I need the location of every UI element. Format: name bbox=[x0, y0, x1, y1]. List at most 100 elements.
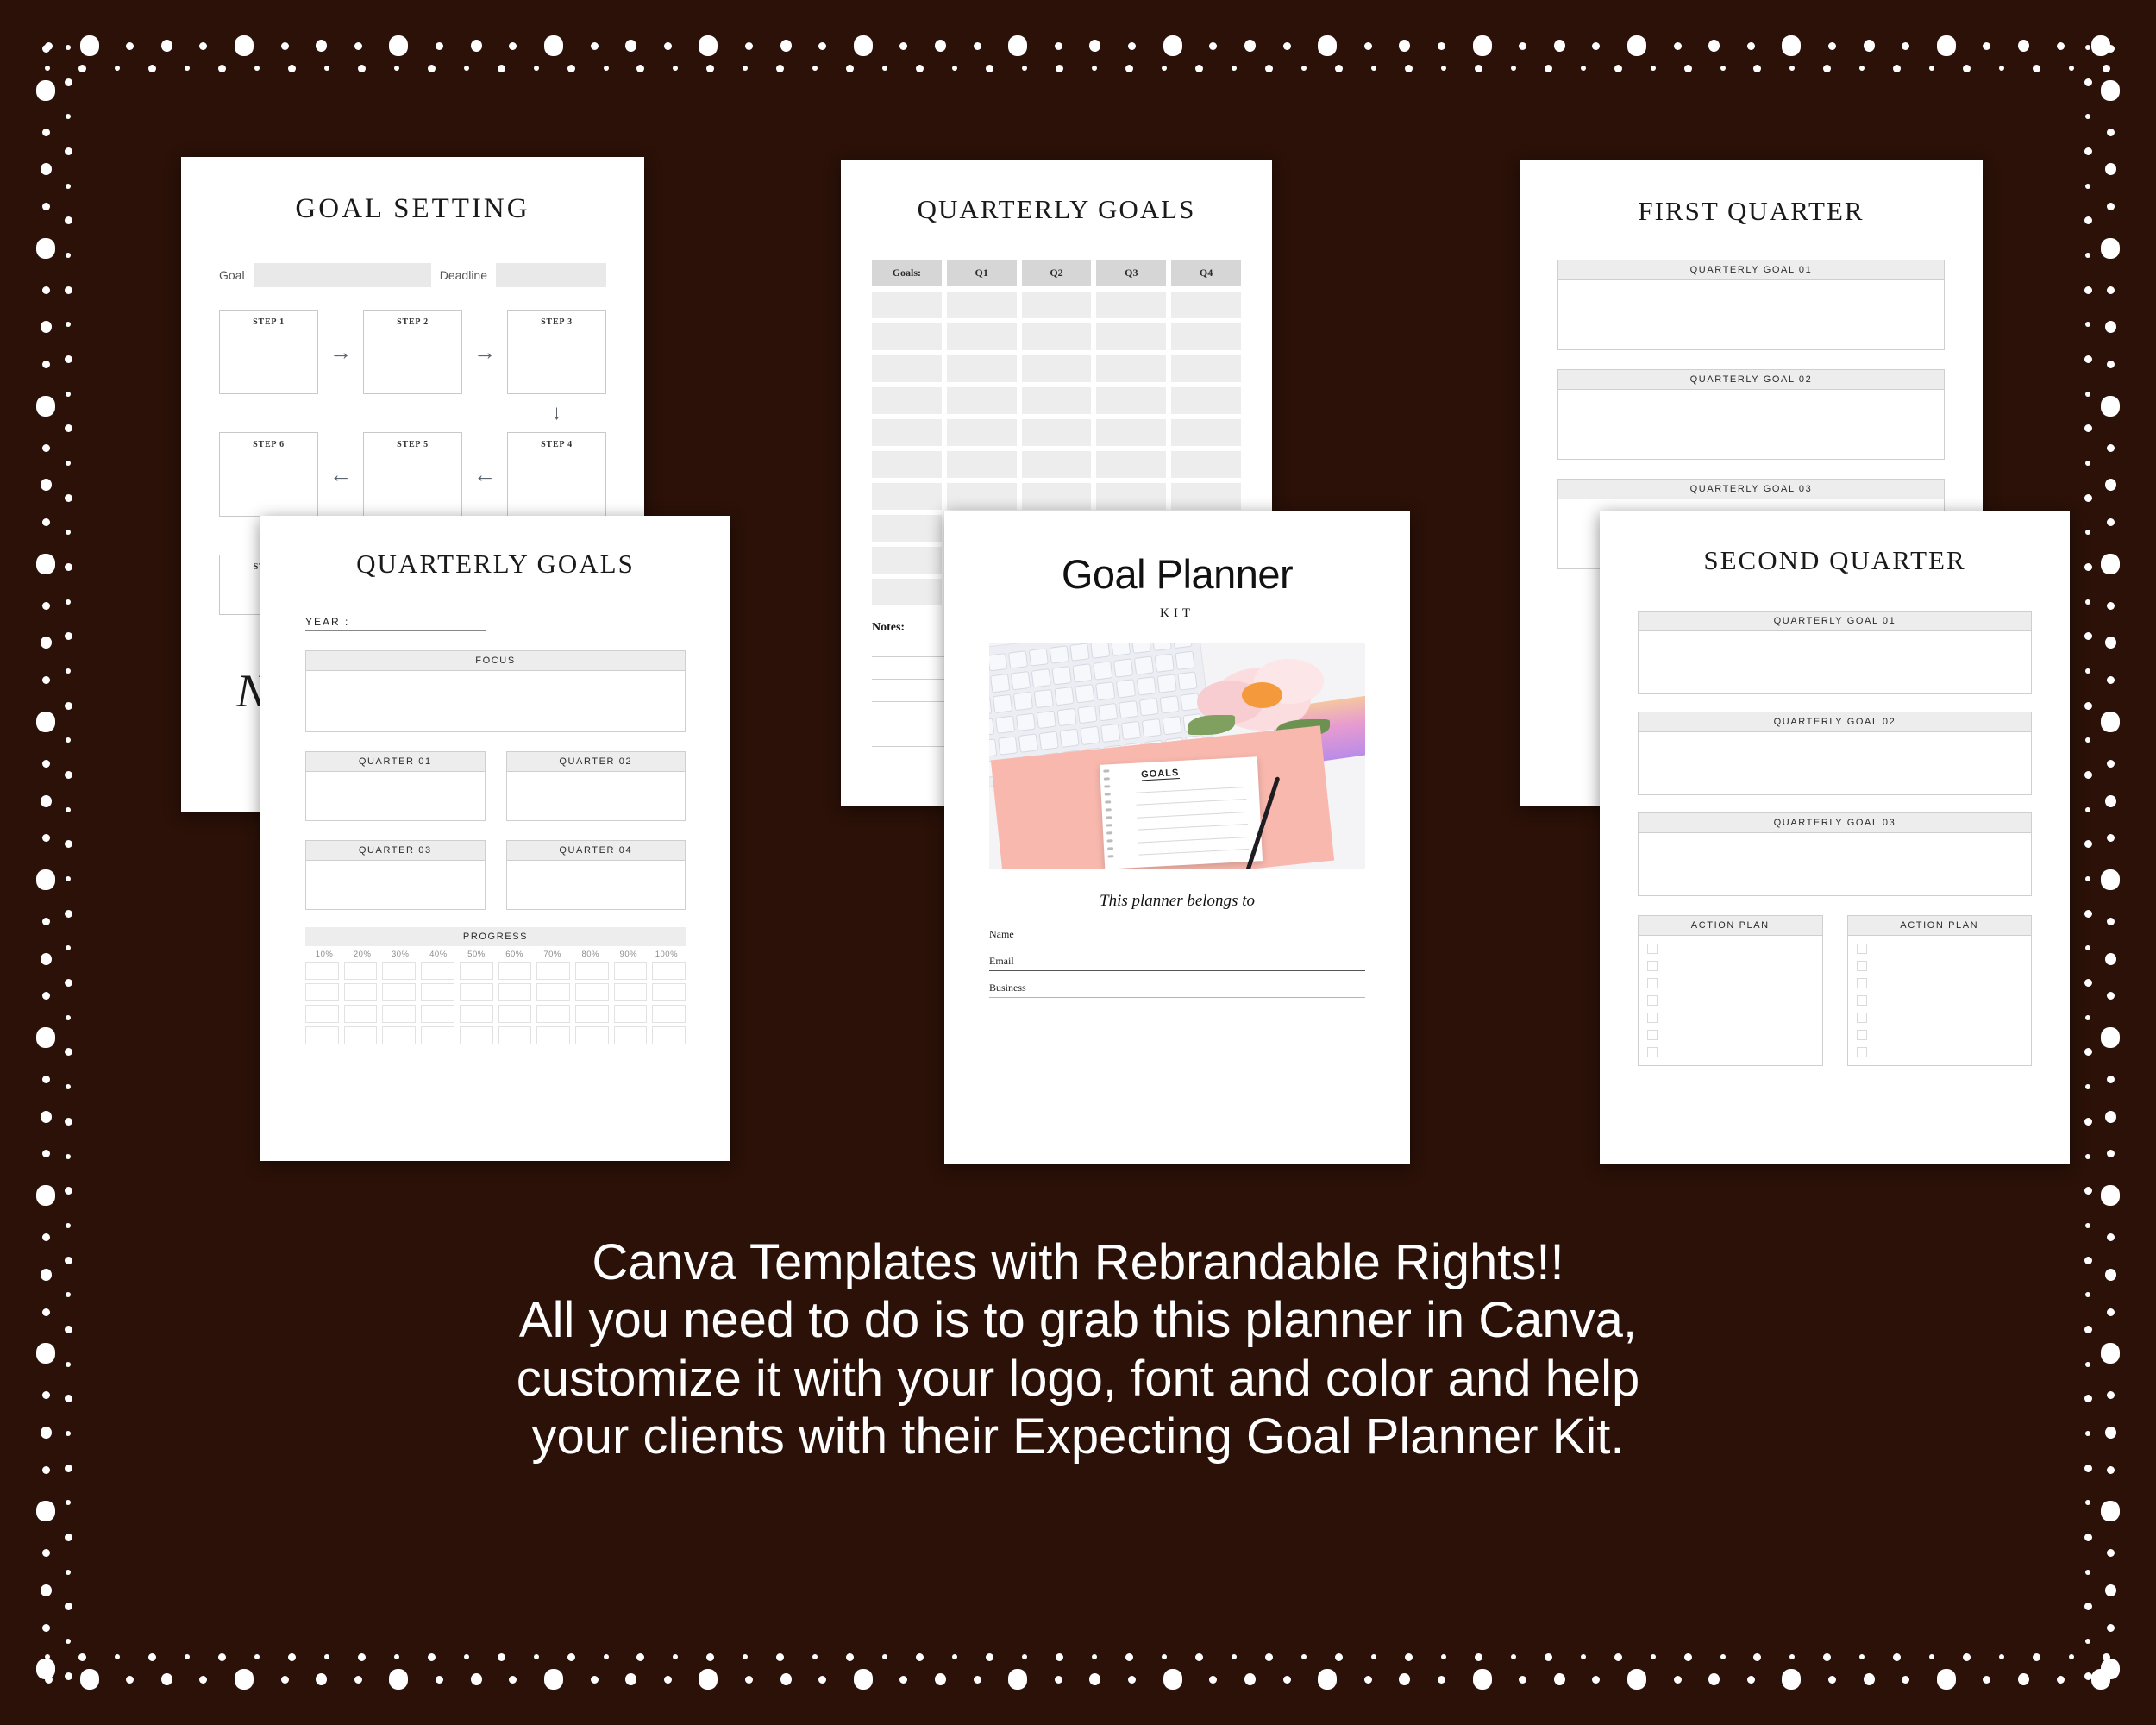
table-cell[interactable] bbox=[872, 292, 942, 318]
progress-checkbox[interactable] bbox=[574, 1005, 609, 1023]
table-cell[interactable] bbox=[1096, 387, 1167, 414]
progress-checkbox[interactable] bbox=[536, 983, 570, 1001]
progress-checkbox[interactable] bbox=[305, 1005, 339, 1023]
progress-checkbox[interactable] bbox=[421, 1005, 454, 1023]
progress-checkbox[interactable] bbox=[613, 1005, 648, 1023]
progress-checkbox[interactable] bbox=[536, 962, 570, 980]
action-plan-checkbox[interactable] bbox=[1856, 944, 1867, 954]
progress-checkbox[interactable] bbox=[652, 983, 686, 1001]
table-cell[interactable] bbox=[1096, 451, 1167, 478]
step-card-3[interactable]: STEP 3 bbox=[507, 310, 606, 394]
table-cell[interactable] bbox=[1096, 483, 1167, 510]
quarter-02-input[interactable] bbox=[505, 771, 686, 821]
progress-checkbox[interactable] bbox=[343, 1005, 378, 1023]
table-cell[interactable] bbox=[1171, 323, 1241, 350]
action-plan-checkbox[interactable] bbox=[1647, 1013, 1658, 1023]
table-cell[interactable] bbox=[872, 355, 942, 382]
sq-goal-block-2-input[interactable] bbox=[1638, 731, 2032, 795]
cover-email-field[interactable]: Email bbox=[989, 955, 1365, 971]
progress-checkbox[interactable] bbox=[536, 1005, 570, 1023]
table-cell[interactable] bbox=[946, 451, 1017, 478]
action-plan-checkbox[interactable] bbox=[1856, 961, 1867, 971]
deadline-input[interactable] bbox=[496, 263, 606, 287]
table-cell[interactable] bbox=[1096, 355, 1167, 382]
step-card-1[interactable]: STEP 1 bbox=[219, 310, 318, 394]
table-cell[interactable] bbox=[946, 355, 1017, 382]
step-card-2[interactable]: STEP 2 bbox=[363, 310, 462, 394]
table-cell[interactable] bbox=[946, 292, 1017, 318]
table-cell[interactable] bbox=[1171, 419, 1241, 446]
table-cell[interactable] bbox=[1171, 387, 1241, 414]
step-card-5[interactable]: STEP 5 bbox=[363, 432, 462, 517]
table-cell[interactable] bbox=[872, 419, 942, 446]
table-cell[interactable] bbox=[872, 579, 942, 605]
progress-checkbox[interactable] bbox=[421, 962, 454, 980]
cover-business-field[interactable]: Business bbox=[989, 982, 1365, 998]
progress-checkbox[interactable] bbox=[652, 962, 686, 980]
table-cell[interactable] bbox=[1171, 451, 1241, 478]
table-cell[interactable] bbox=[1021, 451, 1092, 478]
progress-checkbox[interactable] bbox=[459, 1005, 493, 1023]
table-cell[interactable] bbox=[872, 515, 942, 542]
table-cell[interactable] bbox=[1096, 292, 1167, 318]
progress-checkbox[interactable] bbox=[498, 1026, 532, 1044]
action-plan-checkbox[interactable] bbox=[1647, 961, 1658, 971]
table-cell[interactable] bbox=[872, 483, 942, 510]
progress-checkbox[interactable] bbox=[536, 1026, 570, 1044]
progress-checkbox[interactable] bbox=[574, 983, 609, 1001]
action-plan-checkbox[interactable] bbox=[1856, 1047, 1867, 1057]
quarter-01-input[interactable] bbox=[305, 771, 486, 821]
table-cell[interactable] bbox=[872, 387, 942, 414]
cover-name-field[interactable]: Name bbox=[989, 928, 1365, 944]
table-cell[interactable] bbox=[872, 451, 942, 478]
table-cell[interactable] bbox=[1021, 387, 1092, 414]
table-cell[interactable] bbox=[946, 387, 1017, 414]
sq-goal-block-1-input[interactable] bbox=[1638, 630, 2032, 694]
table-cell[interactable] bbox=[1021, 419, 1092, 446]
progress-checkbox[interactable] bbox=[613, 1026, 648, 1044]
progress-checkbox[interactable] bbox=[421, 983, 454, 1001]
action-plan-checkbox[interactable] bbox=[1856, 1030, 1867, 1040]
action-plan-checkbox[interactable] bbox=[1856, 978, 1867, 988]
action-plan-2-items[interactable] bbox=[1846, 935, 2032, 1066]
table-cell[interactable] bbox=[1021, 292, 1092, 318]
quarter-03-input[interactable] bbox=[305, 860, 486, 910]
step-card-4[interactable]: STEP 4 bbox=[507, 432, 606, 517]
progress-checkbox-grid[interactable] bbox=[305, 962, 686, 1044]
sq-goal-block-3-input[interactable] bbox=[1638, 832, 2032, 896]
progress-checkbox[interactable] bbox=[305, 1026, 339, 1044]
year-label[interactable]: YEAR : bbox=[305, 616, 486, 631]
progress-checkbox[interactable] bbox=[343, 1026, 378, 1044]
action-plan-checkbox[interactable] bbox=[1647, 978, 1658, 988]
progress-checkbox[interactable] bbox=[574, 1026, 609, 1044]
table-cell[interactable] bbox=[1021, 483, 1092, 510]
progress-checkbox[interactable] bbox=[459, 983, 493, 1001]
table-cell[interactable] bbox=[872, 323, 942, 350]
action-plan-checkbox[interactable] bbox=[1647, 1047, 1658, 1057]
progress-checkbox[interactable] bbox=[343, 962, 378, 980]
focus-input[interactable] bbox=[305, 670, 686, 732]
progress-checkbox[interactable] bbox=[652, 1026, 686, 1044]
table-cell[interactable] bbox=[1021, 355, 1092, 382]
progress-checkbox[interactable] bbox=[459, 1026, 493, 1044]
progress-checkbox[interactable] bbox=[305, 962, 339, 980]
table-cell[interactable] bbox=[946, 419, 1017, 446]
action-plan-checkbox[interactable] bbox=[1647, 944, 1658, 954]
goal-block-2-input[interactable] bbox=[1557, 389, 1945, 460]
table-cell[interactable] bbox=[946, 483, 1017, 510]
table-cell[interactable] bbox=[1021, 323, 1092, 350]
action-plan-checkbox[interactable] bbox=[1647, 995, 1658, 1006]
step-card-6[interactable]: STEP 6 bbox=[219, 432, 318, 517]
progress-checkbox[interactable] bbox=[382, 1026, 417, 1044]
quarter-04-input[interactable] bbox=[505, 860, 686, 910]
action-plan-1-items[interactable] bbox=[1638, 935, 1823, 1066]
progress-checkbox[interactable] bbox=[652, 1005, 686, 1023]
action-plan-checkbox[interactable] bbox=[1647, 1030, 1658, 1040]
progress-checkbox[interactable] bbox=[459, 962, 493, 980]
action-plan-checkbox[interactable] bbox=[1856, 1013, 1867, 1023]
action-plan-checkbox[interactable] bbox=[1856, 995, 1867, 1006]
goal-input[interactable] bbox=[253, 263, 431, 287]
progress-checkbox[interactable] bbox=[382, 1005, 417, 1023]
table-cell[interactable] bbox=[872, 547, 942, 574]
progress-checkbox[interactable] bbox=[574, 962, 609, 980]
